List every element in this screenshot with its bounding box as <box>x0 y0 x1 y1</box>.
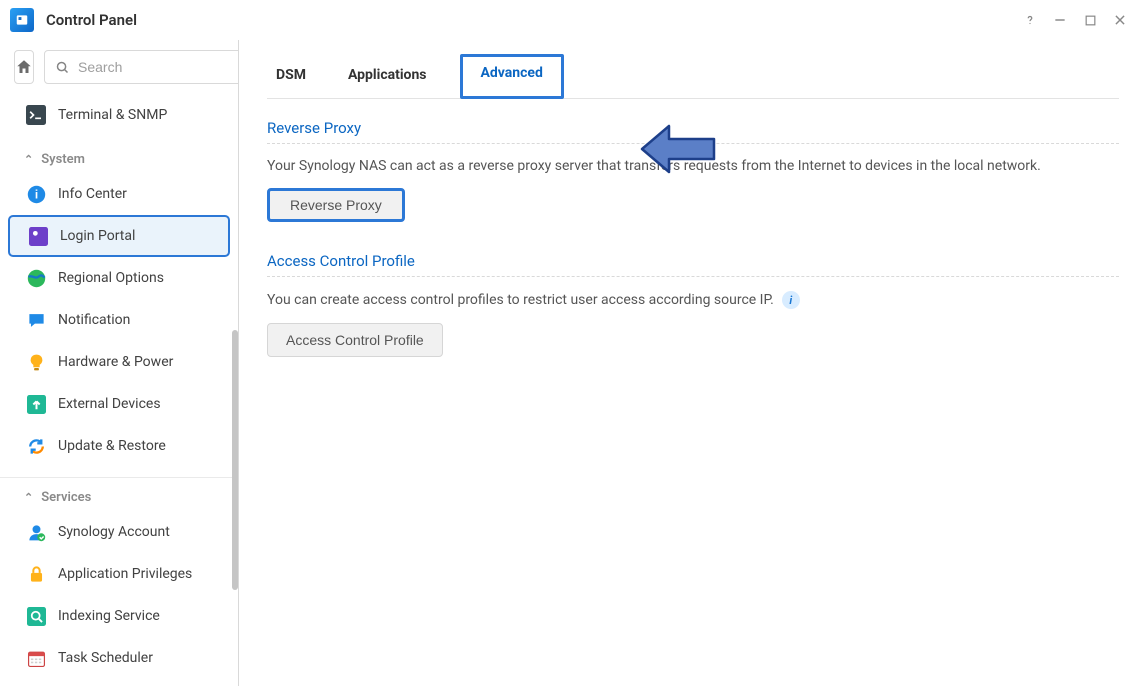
tabs: DSM Applications Advanced <box>267 54 1119 99</box>
bulb-icon <box>26 352 46 372</box>
portal-icon <box>28 226 48 246</box>
sidebar-item-info-center[interactable]: i Info Center <box>8 173 230 215</box>
window-titlebar: Control Panel <box>0 0 1147 40</box>
search-file-icon <box>26 606 46 626</box>
section-title-access-control: Access Control Profile <box>267 252 1119 270</box>
search-field[interactable] <box>78 59 239 75</box>
lock-icon <box>26 564 46 584</box>
access-control-profile-button[interactable]: Access Control Profile <box>267 323 443 357</box>
sidebar-item-notification[interactable]: Notification <box>8 299 230 341</box>
tab-applications[interactable]: Applications <box>339 54 436 98</box>
chevron-down-icon: ⌃ <box>24 153 33 166</box>
sidebar-item-application-privileges[interactable]: Application Privileges <box>8 553 230 595</box>
terminal-icon <box>26 105 46 125</box>
sidebar: Terminal & SNMP ⌃ System i Info Center L… <box>0 40 239 686</box>
sidebar-item-label: Terminal & SNMP <box>58 107 167 123</box>
sidebar-item-label: Indexing Service <box>58 608 160 624</box>
svg-text:i: i <box>34 187 37 201</box>
app-icon <box>10 8 34 32</box>
search-icon <box>55 60 70 75</box>
main-content: DSM Applications Advanced Reverse Proxy … <box>239 40 1147 686</box>
reverse-proxy-button[interactable]: Reverse Proxy <box>267 188 405 222</box>
sidebar-item-update-restore[interactable]: Update & Restore <box>8 425 230 467</box>
sidebar-item-login-portal[interactable]: Login Portal <box>8 215 230 257</box>
globe-icon <box>26 268 46 288</box>
sidebar-item-label: Login Portal <box>60 228 135 244</box>
refresh-icon <box>26 436 46 456</box>
sidebar-item-label: Application Privileges <box>58 566 192 582</box>
sidebar-item-indexing-service[interactable]: Indexing Service <box>8 595 230 637</box>
annotation-arrow-icon <box>639 124 719 174</box>
close-button[interactable] <box>1105 5 1135 35</box>
maximize-button[interactable] <box>1075 5 1105 35</box>
sidebar-item-label: Synology Account <box>58 524 170 540</box>
sidebar-item-label: Notification <box>58 312 130 328</box>
sidebar-item-label: External Devices <box>58 396 161 412</box>
sidebar-item-synology-account[interactable]: Synology Account <box>8 511 230 553</box>
sidebar-section-services[interactable]: ⌃ Services <box>0 477 238 511</box>
sidebar-item-task-scheduler[interactable]: Task Scheduler <box>8 637 230 679</box>
sidebar-item-hardware-power[interactable]: Hardware & Power <box>8 341 230 383</box>
divider <box>267 276 1119 277</box>
info-icon[interactable]: i <box>782 291 800 309</box>
user-icon <box>26 522 46 542</box>
home-button[interactable] <box>14 50 34 84</box>
sidebar-item-label: Task Scheduler <box>58 650 153 666</box>
sidebar-item-regional-options[interactable]: Regional Options <box>8 257 230 299</box>
window-title: Control Panel <box>46 11 137 29</box>
sidebar-item-label: Regional Options <box>58 270 164 286</box>
access-control-description: You can create access control profiles t… <box>267 291 1119 309</box>
sidebar-section-system[interactable]: ⌃ System <box>0 140 238 173</box>
sidebar-scrollbar[interactable] <box>232 330 238 590</box>
help-button[interactable] <box>1015 5 1045 35</box>
info-icon: i <box>26 184 46 204</box>
tab-dsm[interactable]: DSM <box>267 54 315 98</box>
sidebar-item-label: Hardware & Power <box>58 354 173 370</box>
tab-advanced[interactable]: Advanced <box>460 54 564 99</box>
sidebar-item-label: Info Center <box>58 186 127 202</box>
device-icon <box>26 394 46 414</box>
sidebar-item-terminal-snmp[interactable]: Terminal & SNMP <box>8 94 230 136</box>
minimize-button[interactable] <box>1045 5 1075 35</box>
search-input[interactable] <box>44 50 239 84</box>
calendar-icon <box>26 648 46 668</box>
chat-icon <box>26 310 46 330</box>
sidebar-item-label: Update & Restore <box>58 438 166 454</box>
sidebar-item-external-devices[interactable]: External Devices <box>8 383 230 425</box>
chevron-down-icon: ⌃ <box>24 491 33 504</box>
